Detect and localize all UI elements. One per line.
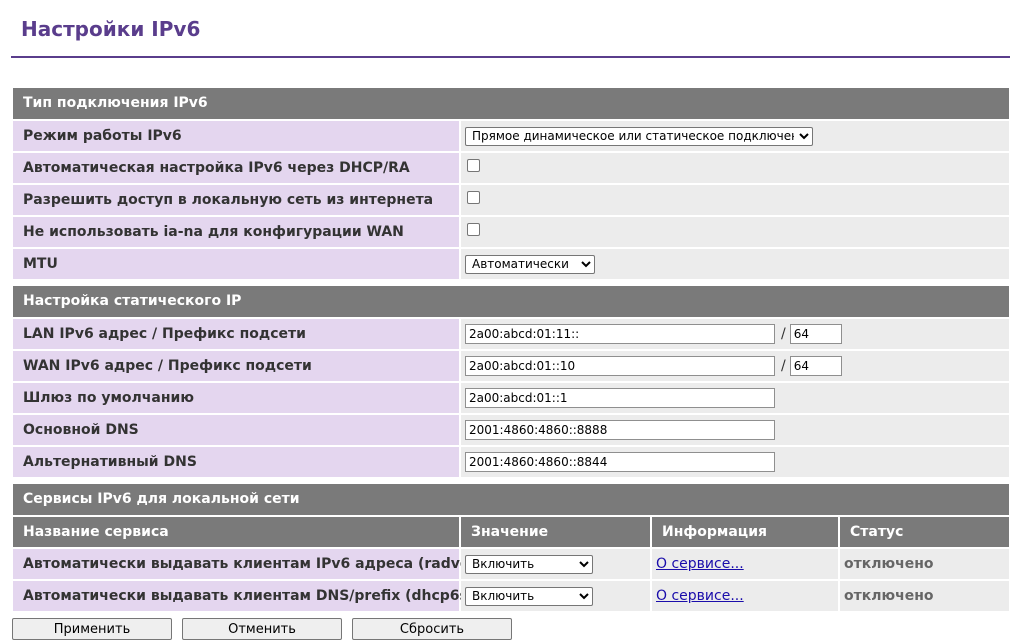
lan-slash: / bbox=[781, 326, 786, 342]
connection-section-header: Тип подключения IPv6 bbox=[13, 88, 1009, 119]
action-bar: Применить Отменить Сбросить bbox=[12, 618, 522, 640]
mode-label: Режим работы IPv6 bbox=[13, 121, 459, 151]
cancel-button[interactable]: Отменить bbox=[182, 618, 342, 640]
service-name: Автоматически выдавать клиентам DNS/pref… bbox=[13, 581, 474, 611]
iana-label: Не использовать ia-na для конфигурации W… bbox=[13, 217, 459, 247]
ipv6-mode-select[interactable]: Прямое динамическое или статическое подк… bbox=[465, 126, 813, 146]
static-section: Настройка статического IP LAN IPv6 адрес… bbox=[13, 286, 1009, 479]
services-section: Сервисы IPv6 для локальной сети Название… bbox=[13, 484, 1009, 613]
lan-prefix-input[interactable] bbox=[789, 324, 842, 344]
static-section-header: Настройка статического IP bbox=[13, 286, 1009, 317]
access-checkbox[interactable] bbox=[467, 190, 480, 204]
access-row: Разрешить доступ в локальную сеть из инт… bbox=[13, 185, 1009, 215]
status-badge: отключено bbox=[844, 588, 934, 604]
dns2-label: Альтернативный DNS bbox=[13, 447, 459, 477]
mtu-label: MTU bbox=[13, 249, 459, 279]
gateway-input[interactable] bbox=[465, 388, 775, 408]
table-row: Автоматически выдавать клиентам IPv6 адр… bbox=[13, 549, 1009, 579]
service-name: Автоматически выдавать клиентам IPv6 адр… bbox=[13, 549, 476, 579]
apply-button[interactable]: Применить bbox=[12, 618, 172, 640]
gateway-row: Шлюз по умолчанию bbox=[13, 383, 1009, 413]
auto-config-checkbox[interactable] bbox=[467, 158, 480, 172]
reset-button[interactable]: Сбросить bbox=[352, 618, 512, 640]
alternate-dns-input[interactable] bbox=[465, 452, 775, 472]
iana-row: Не использовать ia-na для конфигурации W… bbox=[13, 217, 1009, 247]
services-table-header: Название сервиса Значение Информация Ста… bbox=[13, 517, 1009, 547]
dns1-label: Основной DNS bbox=[13, 415, 459, 445]
connection-section: Тип подключения IPv6 Режим работы IPv6 П… bbox=[13, 88, 1009, 281]
wan-row: WAN IPv6 адрес / Префикс подсети / bbox=[13, 351, 1009, 381]
dhcp6s-info-link[interactable]: О сервисе... bbox=[656, 588, 744, 604]
wan-prefix-input[interactable] bbox=[789, 356, 842, 376]
status-badge: отключено bbox=[844, 556, 934, 572]
radvd-info-link[interactable]: О сервисе... bbox=[656, 556, 744, 572]
gateway-label: Шлюз по умолчанию bbox=[13, 383, 459, 413]
lan-label: LAN IPv6 адрес / Префикс подсети bbox=[13, 319, 459, 349]
access-label: Разрешить доступ в локальную сеть из инт… bbox=[13, 185, 459, 215]
lan-row: LAN IPv6 адрес / Префикс подсети / bbox=[13, 319, 1009, 349]
dns2-row: Альтернативный DNS bbox=[13, 447, 1009, 477]
services-section-header: Сервисы IPv6 для локальной сети bbox=[13, 484, 1009, 515]
auto-config-label: Автоматическая настройка IPv6 через DHCP… bbox=[13, 153, 459, 183]
col-info: Информация bbox=[652, 517, 838, 547]
mtu-select[interactable]: Автоматически bbox=[465, 254, 595, 274]
iana-checkbox[interactable] bbox=[467, 222, 480, 236]
mtu-row: MTU Автоматически bbox=[13, 249, 1009, 279]
col-value: Значение bbox=[461, 517, 650, 547]
dns1-row: Основной DNS bbox=[13, 415, 1009, 445]
wan-label: WAN IPv6 адрес / Префикс подсети bbox=[13, 351, 459, 381]
col-status: Статус bbox=[840, 517, 1009, 547]
radvd-select[interactable]: Включить bbox=[465, 554, 593, 574]
page-title: Настройки IPv6 bbox=[21, 17, 201, 41]
mode-row: Режим работы IPv6 Прямое динамическое ил… bbox=[13, 121, 1009, 151]
wan-address-input[interactable] bbox=[465, 356, 775, 376]
auto-config-row: Автоматическая настройка IPv6 через DHCP… bbox=[13, 153, 1009, 183]
table-row: Автоматически выдавать клиентам DNS/pref… bbox=[13, 581, 1009, 611]
col-service-name: Название сервиса bbox=[13, 517, 459, 547]
title-divider bbox=[11, 56, 1010, 58]
lan-address-input[interactable] bbox=[465, 324, 775, 344]
dhcp6s-select[interactable]: Включить bbox=[465, 586, 593, 606]
primary-dns-input[interactable] bbox=[465, 420, 775, 440]
wan-slash: / bbox=[781, 358, 786, 374]
